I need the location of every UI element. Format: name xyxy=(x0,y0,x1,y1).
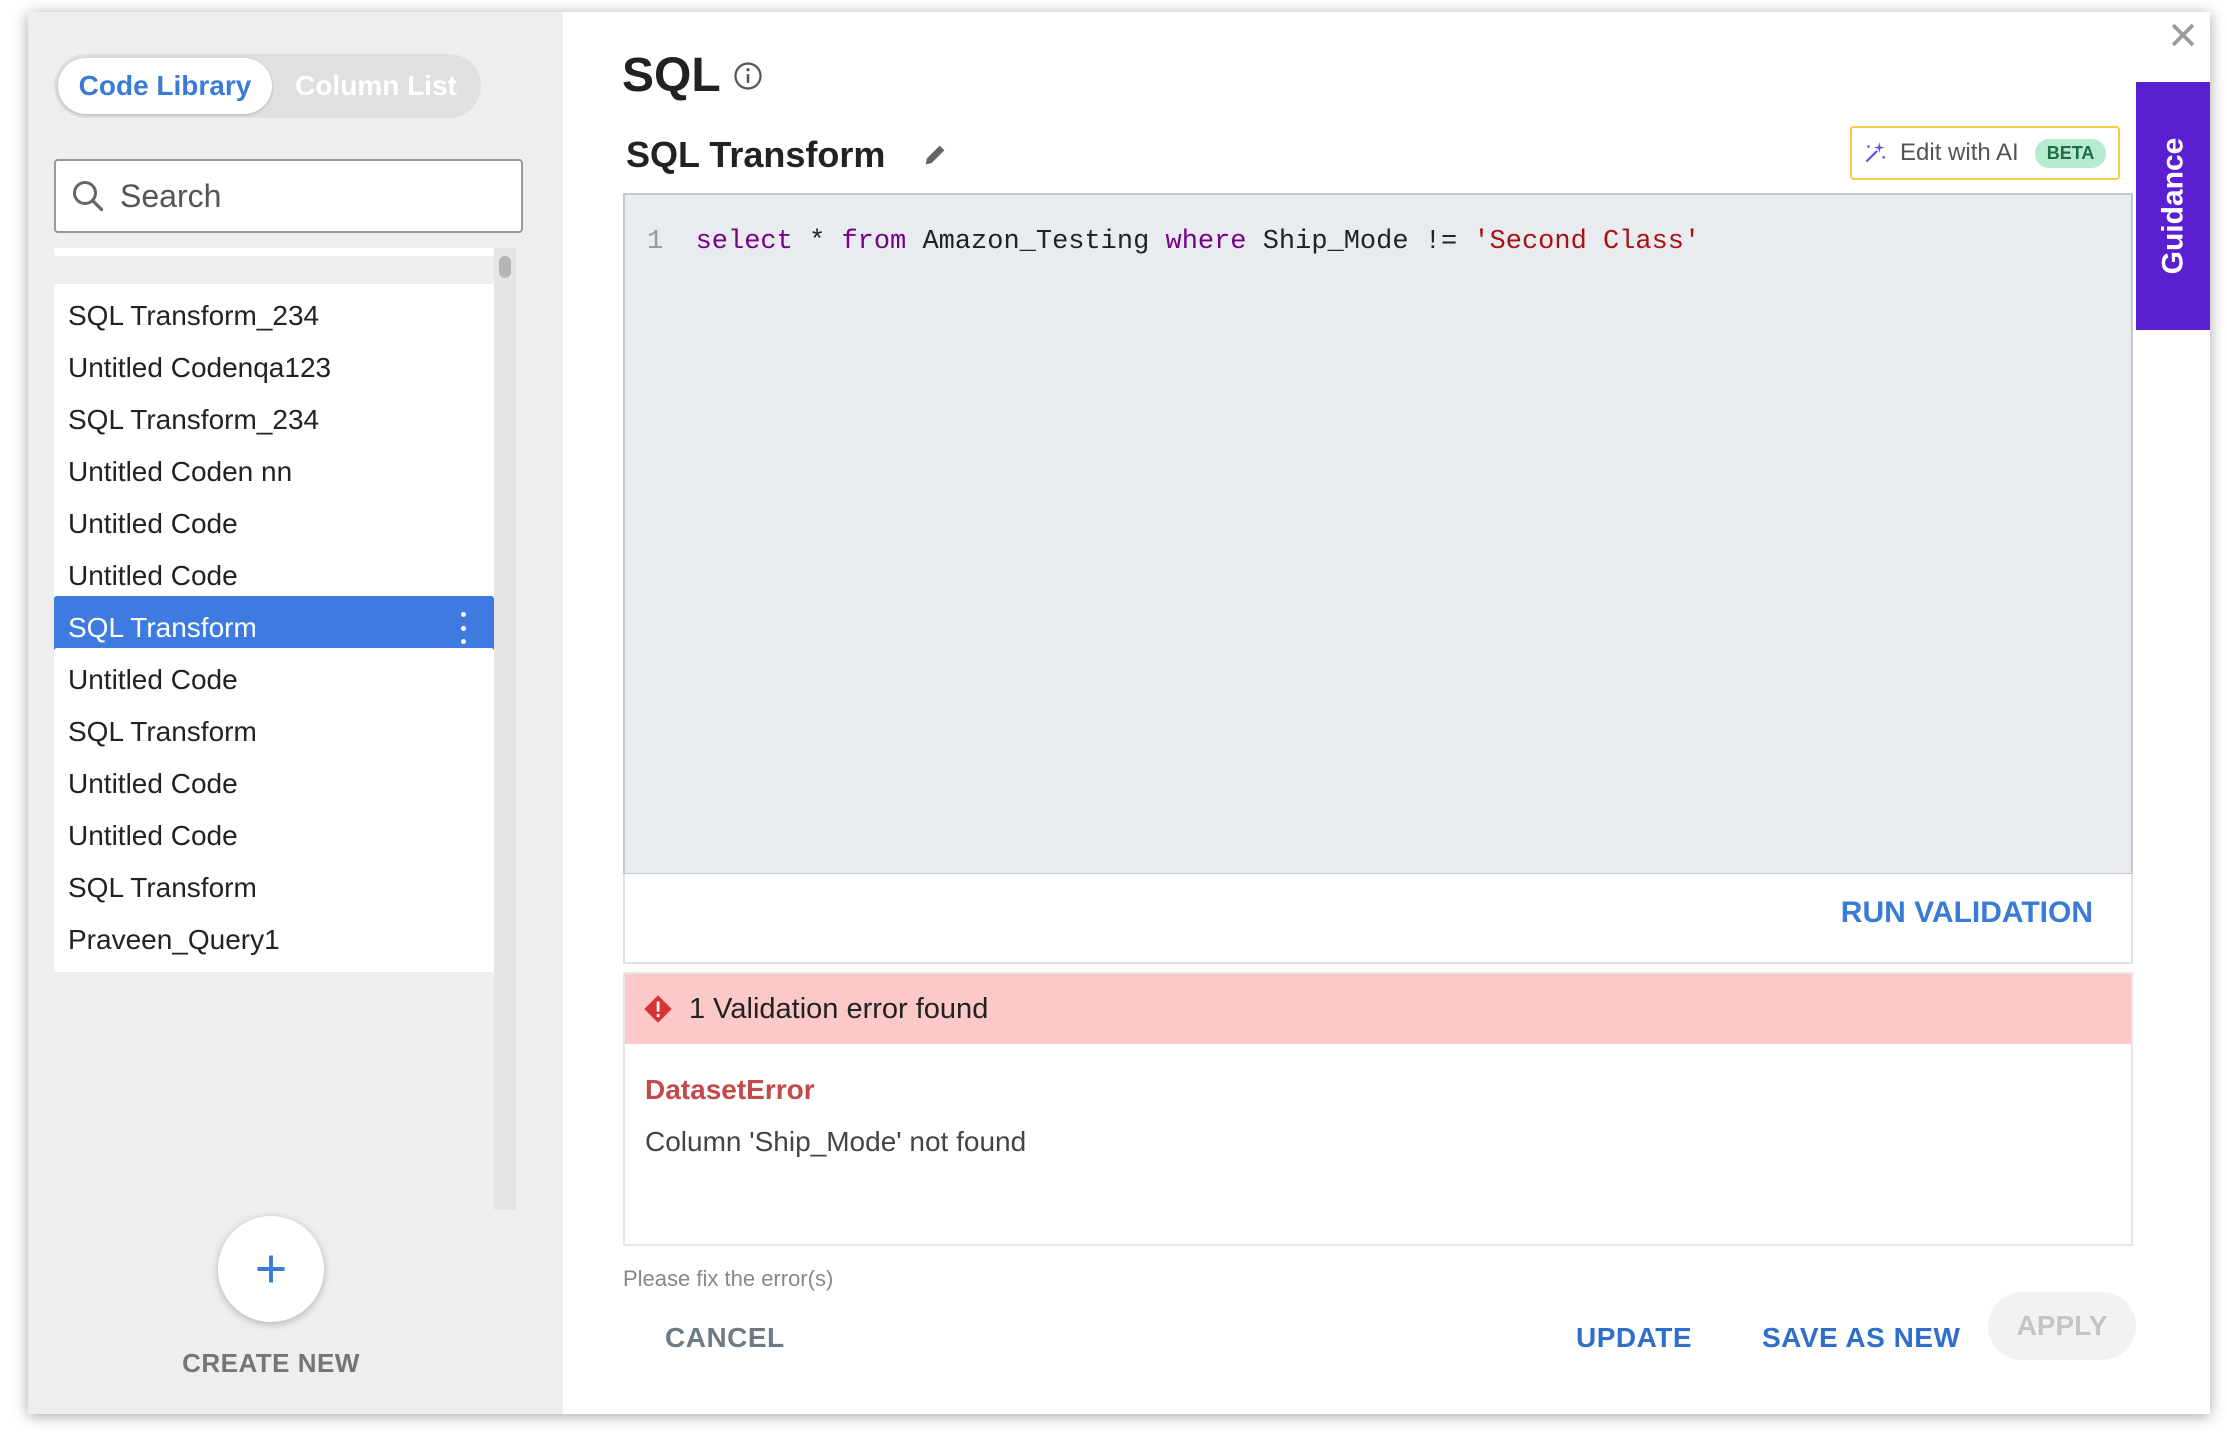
page-title-text: SQL xyxy=(622,49,721,102)
beta-badge: BETA xyxy=(2034,138,2107,168)
page-title: SQL xyxy=(622,48,763,103)
list-item[interactable]: Praveen_Query1 xyxy=(54,908,494,972)
list-item-label: SQL Transform xyxy=(68,872,257,903)
apply-button[interactable]: APPLY xyxy=(1988,1292,2136,1360)
list-item-label: Praveen_Query1 xyxy=(68,924,280,955)
error-count-text: 1 Validation error found xyxy=(689,992,989,1025)
create-new-label[interactable]: CREATE NEW xyxy=(128,1348,414,1379)
library-toggle: Code Library Column List xyxy=(54,54,481,118)
update-button[interactable]: UPDATE xyxy=(1576,1322,1692,1354)
tab-code-library[interactable]: Code Library xyxy=(58,58,272,114)
list-item-label: SQL Transform_234 xyxy=(68,300,320,331)
transform-name: SQL Transform xyxy=(626,134,886,175)
guidance-tab[interactable]: Guidance xyxy=(2136,82,2210,330)
list-item-label: Untitled Code xyxy=(68,768,238,799)
list-item-label: Untitled Code xyxy=(68,560,238,591)
close-icon[interactable] xyxy=(2166,18,2200,52)
search-icon xyxy=(73,181,104,212)
line-number: 1 xyxy=(647,227,664,257)
plus-icon xyxy=(257,1255,285,1283)
validation-bar: RUN VALIDATION xyxy=(623,874,2133,964)
code-token: Amazon_Testing xyxy=(906,227,1166,257)
code-token-string: 'Second Class' xyxy=(1473,227,1701,257)
tab-column-list[interactable]: Column List xyxy=(276,58,476,114)
code-library-sidebar: Code Library Column List SQL Transform_2… xyxy=(28,12,563,1414)
more-options-icon[interactable] xyxy=(460,612,466,644)
search-box xyxy=(54,159,523,233)
edit-with-ai-button[interactable]: Edit with AI BETA xyxy=(1850,126,2120,180)
error-type: DatasetError xyxy=(645,1074,815,1105)
transform-name-row: SQL Transform xyxy=(626,134,949,176)
error-diamond-icon xyxy=(644,995,672,1023)
list-item-partial[interactable] xyxy=(54,248,494,256)
list-item-label: SQL Transform xyxy=(68,612,257,643)
list-item-label: Untitled Code xyxy=(68,664,238,695)
list-item-label: Untitled Code xyxy=(68,508,238,539)
list-item-label: SQL Transform_234 xyxy=(68,404,320,435)
info-icon[interactable] xyxy=(733,61,763,91)
list-item-label: Untitled Coden nn xyxy=(68,456,293,487)
guidance-label: Guidance xyxy=(2156,137,2190,275)
save-as-new-button[interactable]: SAVE AS NEW xyxy=(1762,1322,1960,1354)
scrollbar-thumb[interactable] xyxy=(499,256,511,278)
code-token: * xyxy=(792,227,842,257)
magic-wand-icon xyxy=(1865,142,1885,163)
list-scrollbar[interactable] xyxy=(494,248,516,1210)
code-token: Ship_Mode != xyxy=(1246,227,1474,257)
code-line[interactable]: 1 select * from Amazon_Testing where Shi… xyxy=(647,227,1700,257)
code-list: SQL Transform_234 Untitled Codenqa123 SQ… xyxy=(54,248,519,1210)
list-item-label: Untitled Code xyxy=(68,820,238,851)
code-token-keyword: where xyxy=(1165,227,1247,257)
code-token-keyword: from xyxy=(841,227,907,257)
validation-error-panel: 1 Validation error found DatasetError Co… xyxy=(623,972,2133,1246)
edit-name-pencil-icon[interactable] xyxy=(921,141,949,169)
fix-errors-hint: Please fix the error(s) xyxy=(623,1266,834,1291)
list-item-label: Untitled Codenqa123 xyxy=(68,352,332,383)
cancel-button[interactable]: CANCEL xyxy=(665,1322,785,1354)
list-item-label: SQL Transform xyxy=(68,716,257,747)
error-message: Column 'Ship_Mode' not found xyxy=(645,1126,1027,1157)
create-new-button[interactable] xyxy=(218,1216,324,1322)
error-header: 1 Validation error found xyxy=(625,974,2131,1044)
code-token-keyword: select xyxy=(695,227,793,257)
search-input[interactable] xyxy=(120,177,500,215)
sql-code-editor[interactable]: 1 select * from Amazon_Testing where Shi… xyxy=(623,193,2133,875)
sql-dialog: Code Library Column List SQL Transform_2… xyxy=(28,12,2210,1414)
edit-with-ai-label: Edit with AI xyxy=(1900,139,2019,166)
run-validation-button[interactable]: RUN VALIDATION xyxy=(1841,896,2093,930)
